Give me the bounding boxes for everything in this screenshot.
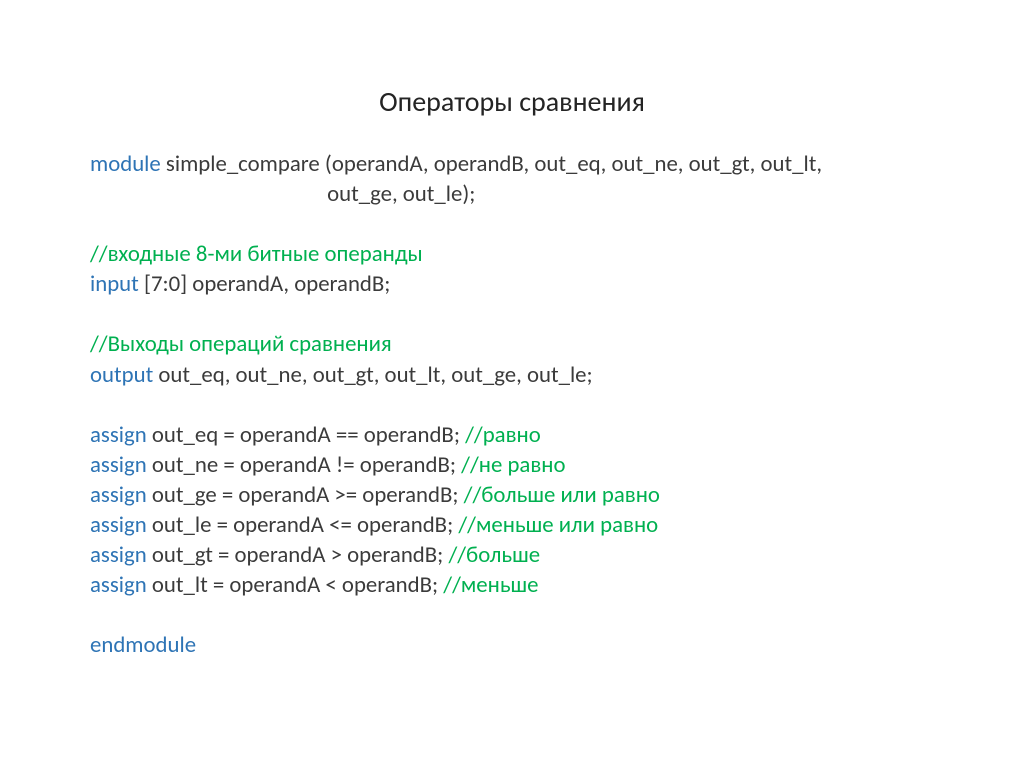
keyword-assign: assign xyxy=(90,421,147,449)
keyword-assign: assign xyxy=(90,481,147,509)
comment-ge: //больше или равно xyxy=(464,481,660,509)
input-decl: [7:0] operandA, operandB; xyxy=(139,270,391,298)
keyword-assign: assign xyxy=(90,451,147,479)
comment-gt: //больше xyxy=(448,541,540,569)
code-block: module simple_compare (operandA, operand… xyxy=(90,149,934,660)
comment-lt: //меньше xyxy=(443,571,538,599)
keyword-assign: assign xyxy=(90,541,147,569)
assign-ne: out_ne = operandA != operandB; xyxy=(147,451,461,479)
comment-ne: //не равно xyxy=(461,451,565,479)
keyword-output: output xyxy=(90,361,153,389)
assign-le: out_le = operandA <= operandB; xyxy=(147,511,459,539)
assign-lt: out_lt = operandA < operandB; xyxy=(147,571,444,599)
output-decl: out_eq, out_ne, out_gt, out_lt, out_ge, … xyxy=(153,361,592,389)
comment-le: //меньше или равно xyxy=(458,511,658,539)
slide-title: Операторы сравнения xyxy=(90,84,934,119)
slide: Операторы сравнения module simple_compar… xyxy=(0,0,1024,768)
comment-inputs: //входные 8-ми битные операнды xyxy=(90,240,423,268)
keyword-assign: assign xyxy=(90,571,147,599)
assign-eq: out_eq = operandA == operandB; xyxy=(147,421,465,449)
module-decl-line1: simple_compare (operandA, operandB, out_… xyxy=(161,150,822,178)
keyword-assign: assign xyxy=(90,511,147,539)
assign-ge: out_ge = operandA >= operandB; xyxy=(147,481,464,509)
keyword-input: input xyxy=(90,270,139,298)
assign-gt: out_gt = operandA > operandB; xyxy=(147,541,449,569)
keyword-endmodule: endmodule xyxy=(90,631,196,659)
keyword-module: module xyxy=(90,150,161,178)
comment-outputs: //Выходы операций сравнения xyxy=(90,330,392,358)
comment-eq: //равно xyxy=(465,421,541,449)
module-decl-line2: out_ge, out_le); xyxy=(90,180,475,208)
